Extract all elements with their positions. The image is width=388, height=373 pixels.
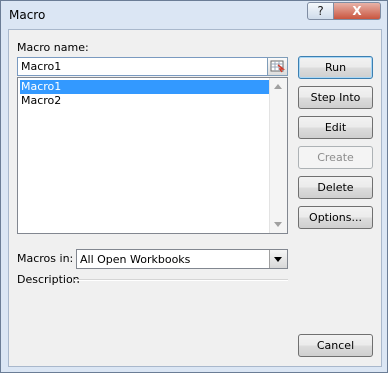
macro-name-input[interactable]: Macro1 [17,57,273,76]
macro-name-label: Macro name: [17,41,89,54]
macros-in-value: All Open Workbooks [80,253,191,266]
dialog-body: Macro name: Macro1 Macro1 Macro2 Macros … [8,29,382,367]
close-button[interactable]: X [333,2,381,20]
edit-button[interactable]: Edit [298,116,373,139]
create-button[interactable]: Create [298,146,373,169]
step-into-button[interactable]: Step Into [298,86,373,109]
run-button[interactable]: Run [298,56,373,79]
list-item-macro1[interactable]: Macro1 [20,80,269,94]
description-label: Description [17,273,80,286]
delete-button[interactable]: Delete [298,176,373,199]
scroll-up-icon[interactable] [274,84,282,89]
list-scrollbar[interactable] [269,78,287,233]
chevron-down-icon [274,257,282,262]
dropdown-button[interactable] [269,250,287,268]
title-bar[interactable]: Macro ? X [1,1,387,29]
range-select-icon [270,60,286,73]
scroll-down-icon[interactable] [274,222,282,227]
macro-list[interactable]: Macro1 Macro2 [17,77,288,234]
cancel-button[interactable]: Cancel [298,334,373,357]
options-button[interactable]: Options... [298,206,373,229]
help-button[interactable]: ? [307,2,334,20]
description-divider [74,279,288,281]
list-item-macro2[interactable]: Macro2 [20,94,61,108]
macros-in-dropdown[interactable]: All Open Workbooks [76,249,288,269]
macro-dialog: Macro ? X Macro name: Macro1 Macro1 Macr… [0,0,388,373]
dialog-title: Macro [9,8,46,22]
range-select-button[interactable] [267,57,288,76]
macros-in-label: Macros in: [17,252,74,265]
